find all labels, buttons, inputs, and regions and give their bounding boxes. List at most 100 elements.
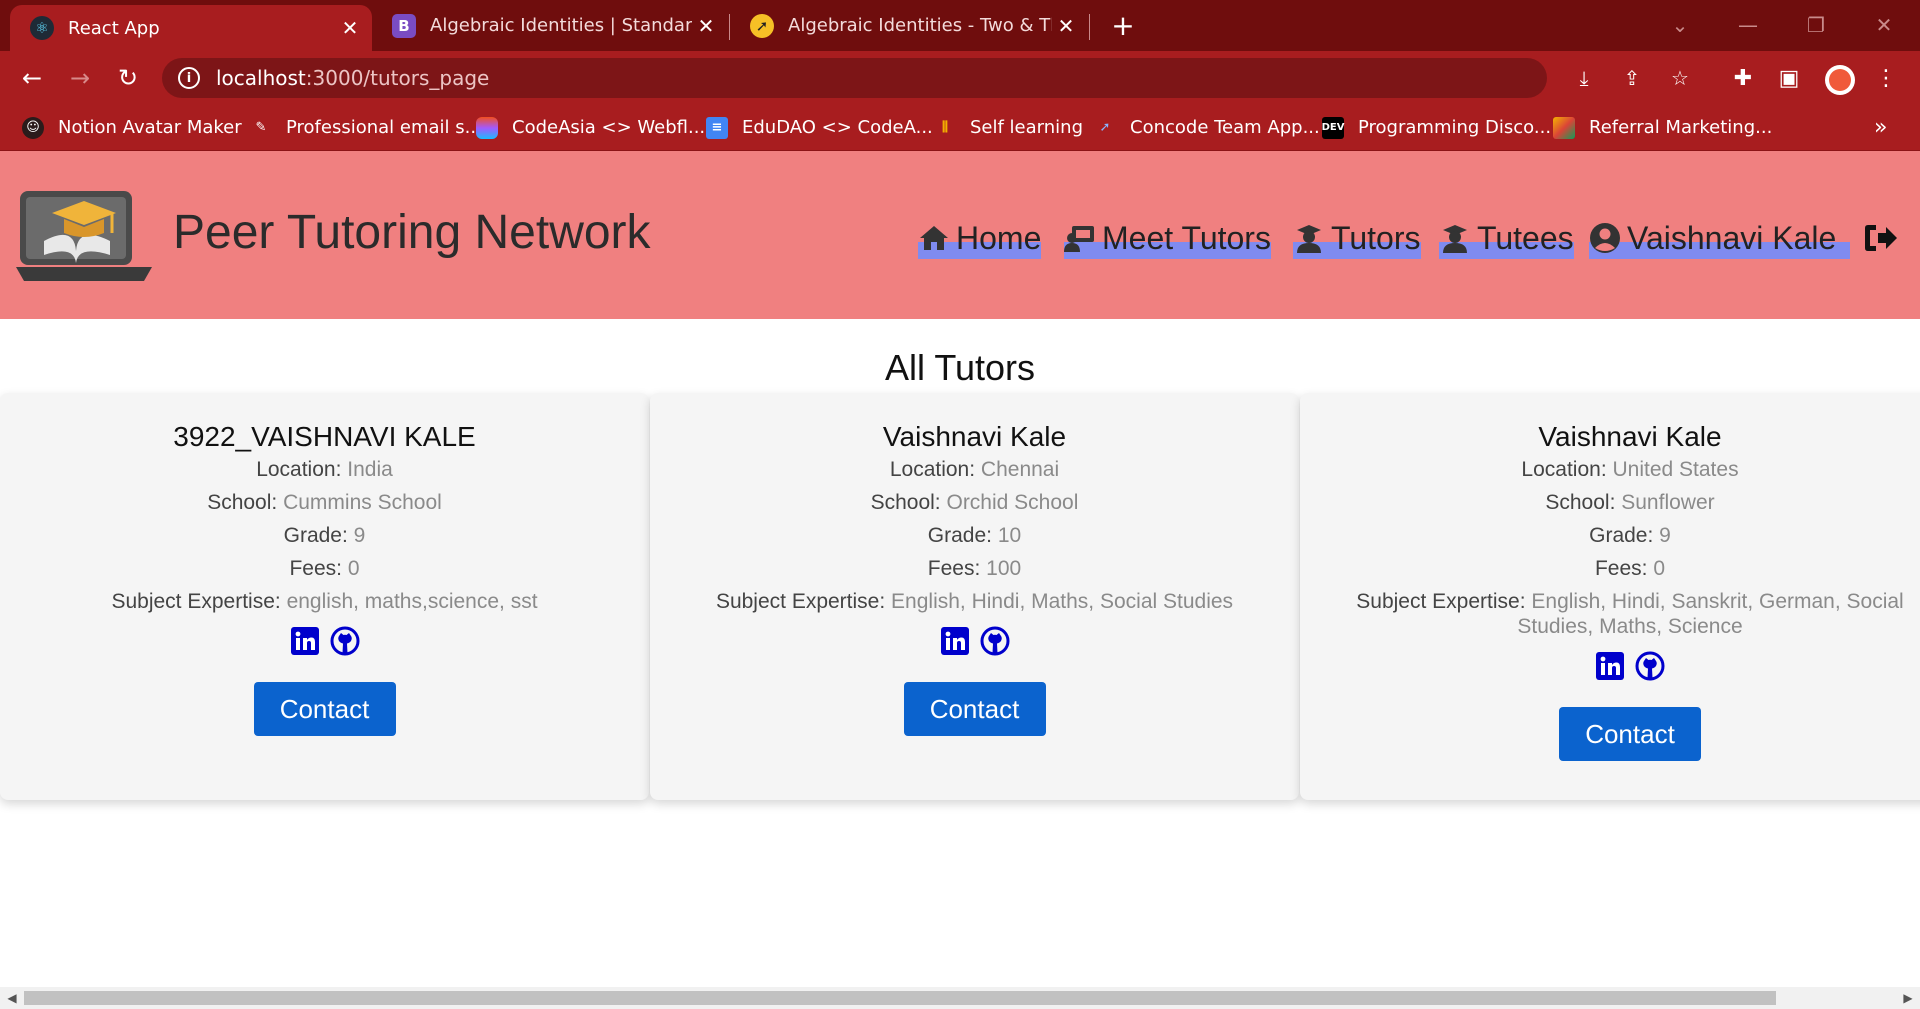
install-app-icon[interactable]: ⤓ [1568, 58, 1600, 98]
forward-icon[interactable]: → [62, 60, 98, 96]
restore-icon[interactable]: ❐ [1796, 8, 1836, 42]
bookmark-concode-team-app[interactable]: ➚ Concode Team App... [1094, 105, 1320, 150]
url-path: :3000/tutors_page [305, 66, 490, 90]
social-links [650, 626, 1299, 660]
more-bookmarks-icon[interactable]: » [1874, 105, 1887, 150]
bookmark-professional-email[interactable]: ✎ Professional email s... [250, 105, 482, 150]
tutor-location: Location: United States [1300, 453, 1920, 486]
grade-value: 9 [353, 524, 366, 547]
tutor-fees: Fees: 0 [0, 552, 649, 585]
bookmark-referral-marketing[interactable]: Referral Marketing... [1553, 105, 1772, 150]
scroll-left-icon[interactable]: ◀ [2, 987, 22, 1009]
social-links [1300, 651, 1920, 685]
grade-value: 10 [997, 524, 1022, 547]
extensions-icon[interactable]: ✚ [1725, 60, 1761, 96]
grade-value: 9 [1659, 524, 1671, 547]
fees-label: Fees: [289, 557, 342, 580]
contact-button[interactable]: Contact [1559, 707, 1701, 761]
tutor-card: Vaishnavi Kale Location: Chennai School:… [650, 393, 1299, 800]
school-label: School: [1545, 491, 1616, 514]
minimize-icon[interactable]: — [1728, 8, 1768, 42]
nav-label: Tutors [1331, 219, 1421, 256]
subjects-label: Subject Expertise: [715, 590, 886, 613]
graduate-icon [1443, 225, 1467, 253]
site-header: Peer Tutoring Network Home Meet Tutors T… [0, 151, 1920, 319]
close-tab-icon[interactable]: ✕ [1052, 14, 1080, 38]
laptop-graduation-cap-logo [16, 191, 152, 281]
bookmark-star-icon[interactable]: ☆ [1664, 58, 1696, 98]
slides-icon [1553, 116, 1575, 139]
linkedin-icon[interactable] [1595, 651, 1625, 681]
site-info-icon[interactable]: i [178, 67, 200, 89]
nav-user-profile[interactable]: Vaishnavi Kale [1589, 217, 1851, 259]
bookmark-self-learning[interactable]: ⫼ Self learning [934, 105, 1083, 150]
bookmark-label: Programming Disco... [1358, 117, 1552, 138]
tutor-grade: Grade: 9 [1300, 519, 1920, 552]
tutor-name: Vaishnavi Kale [1538, 421, 1722, 452]
bookmark-label: Concode Team App... [1130, 117, 1320, 138]
horizontal-scrollbar[interactable]: ◀ ▶ [0, 987, 1920, 1009]
dev-icon: DEV [1322, 116, 1344, 139]
close-tab-icon[interactable]: ✕ [692, 14, 720, 38]
subjects-label: Subject Expertise: [1356, 590, 1526, 613]
profile-avatar[interactable] [1825, 65, 1855, 95]
nav-home[interactable]: Home [918, 217, 1042, 259]
tab-strip: ⚛ React App ✕ B Algebraic Identities | S… [0, 0, 1920, 51]
subjects-label: Subject Expertise: [111, 590, 281, 613]
rocket-icon: ➚ [1099, 120, 1111, 135]
new-tab-button[interactable]: + [1106, 8, 1140, 42]
bookmark-codeasia-webflow[interactable]: CodeAsia <> Webfl... [476, 105, 705, 150]
nav-label: Home [956, 219, 1042, 256]
tutor-subjects: Subject Expertise: English, Hindi, Sansk… [1300, 589, 1920, 639]
school-value: Cummins School [283, 491, 442, 514]
location-value: India [347, 458, 393, 481]
tab-algebraic-identities-two-three[interactable]: ➚ Algebraic Identities - Two & Three ✕ [730, 0, 1088, 51]
contact-button[interactable]: Contact [253, 682, 396, 736]
bookmark-label: Referral Marketing... [1589, 117, 1773, 138]
url-host: localhost [216, 66, 306, 90]
github-icon[interactable] [980, 626, 1010, 656]
bookmark-programming-discord[interactable]: DEV Programming Disco... [1322, 105, 1551, 150]
linkedin-icon[interactable] [290, 626, 320, 656]
tab-search-icon[interactable]: ⌄ [1660, 8, 1700, 42]
side-panel-icon[interactable]: ▣ [1771, 60, 1807, 96]
tutor-name: Vaishnavi Kale [882, 421, 1067, 452]
tutor-school: School: Sunflower [1300, 486, 1920, 519]
nav-tutees[interactable]: Tutees [1439, 217, 1574, 259]
sign-out-icon[interactable] [1864, 223, 1898, 253]
bookmarks-bar: ☺ Notion Avatar Maker ✎ Professional ema… [0, 105, 1920, 151]
tab-react-app[interactable]: ⚛ React App ✕ [10, 5, 372, 51]
scroll-right-icon[interactable]: ▶ [1898, 987, 1918, 1009]
site-title: Peer Tutoring Network [173, 206, 651, 259]
school-value: Sunflower [1621, 491, 1715, 514]
chalkboard-teacher-icon [1064, 226, 1094, 252]
fees-label: Fees: [927, 557, 981, 580]
tab-algebraic-identities-standard[interactable]: B Algebraic Identities | Standard Alg ✕ [372, 0, 728, 51]
share-icon[interactable]: ⇪ [1616, 58, 1648, 98]
school-label: School: [207, 491, 278, 514]
scrollbar-thumb[interactable] [24, 991, 1776, 1005]
github-icon[interactable] [1635, 651, 1665, 681]
figma-icon [476, 116, 498, 139]
location-label: Location: [256, 458, 342, 481]
contact-button[interactable]: Contact [903, 682, 1046, 736]
close-tab-icon[interactable]: ✕ [336, 16, 364, 40]
reload-icon[interactable]: ↻ [110, 60, 146, 96]
bookmark-edudao-codeasia[interactable]: ≡ EduDAO <> CodeA... [706, 105, 933, 150]
location-value: Chennai [980, 458, 1060, 481]
nav-tutors[interactable]: Tutors [1293, 217, 1421, 259]
back-icon[interactable]: ← [14, 60, 50, 96]
close-window-icon[interactable]: ✕ [1864, 8, 1904, 42]
nav-meet-tutors[interactable]: Meet Tutors [1064, 217, 1271, 259]
bookmark-label: Self learning [970, 117, 1083, 138]
linkedin-icon[interactable] [940, 626, 970, 656]
rocket-icon: ➚ [750, 13, 774, 38]
menu-kebab-icon[interactable]: ⋮ [1868, 60, 1904, 96]
user-circle-icon [1590, 223, 1620, 253]
school-label: School: [870, 491, 941, 514]
bookmark-notion-avatar-maker[interactable]: ☺ Notion Avatar Maker [22, 105, 242, 150]
tab-title: React App [68, 17, 160, 39]
tutor-grade: Grade: 10 [650, 519, 1299, 552]
github-icon[interactable] [330, 626, 360, 656]
address-bar[interactable]: i localhost:3000/tutors_page ⤓ ⇪ ☆ [162, 58, 1689, 98]
